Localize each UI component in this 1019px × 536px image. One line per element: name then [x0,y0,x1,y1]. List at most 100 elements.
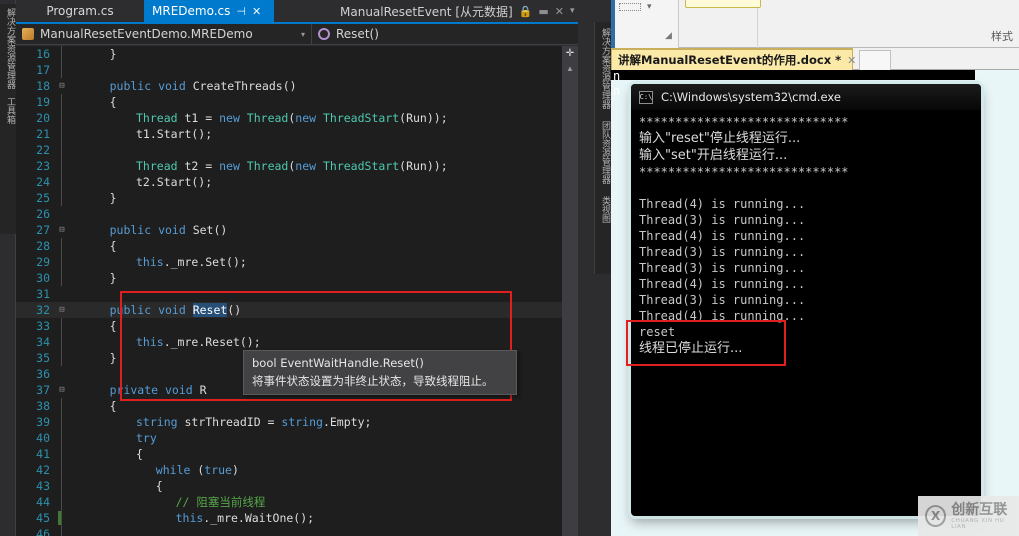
code-text: public void Set() [109,223,228,237]
watermark: X 创新互联 CHUANG XIN HU LIAN [918,496,1019,536]
indent-guide [61,110,62,126]
indent-guide [61,126,62,142]
line-number: 17 [36,63,50,77]
line-number: 22 [36,143,50,157]
dialog-launcher-icon[interactable]: ◢ [665,30,672,41]
document-tab-empty[interactable] [859,50,891,70]
word-ribbon-group: ▾ ◢ [611,0,679,48]
code-text: { [109,319,117,333]
pin-icon-metadata[interactable]: ▬ [538,5,548,18]
fold-toggle-icon[interactable]: ⊟ [56,78,68,94]
style-gallery-item[interactable] [685,0,761,8]
line-number: 33 [36,319,50,333]
screenshot-root: 解决方案资源管理器 工具箱 Program.cs MREDemo.cs ⊣ ✕ … [0,0,1019,536]
console-line: Thread(4) is running... [639,229,806,243]
code-line: 39 string strThreadID = string.Empty; [16,414,572,430]
code-line: 43 { [16,478,572,494]
line-number: 34 [36,335,50,349]
console-line: Thread(4) is running... [639,309,806,323]
indent-guide [61,478,62,494]
console-line: 线程已停止运行... [639,341,743,356]
indent-guide [61,446,62,462]
pin-icon[interactable]: ⊣ [236,5,246,18]
code-line: 24 t2.Start(); [16,174,572,190]
cmd-title-bar[interactable]: C:\ C:\Windows\system32\cmd.exe [631,84,981,110]
code-line: 32 ⊟ public void Reset() [16,302,572,318]
line-number: 35 [36,351,50,365]
console-line: Thread(3) is running... [639,213,806,227]
indent-guide [61,158,62,174]
code-editor[interactable]: 16} 17 18 ⊟ public void CreateThreads() 19{20… [16,46,572,536]
class-icon [22,28,34,40]
line-number: 41 [36,447,50,461]
document-tab-strip: 讲解ManualResetEvent的作用.docx * ✕ [611,48,1019,70]
cmd-title-text: C:\Windows\system32\cmd.exe [661,90,841,104]
console-icon: C:\ [639,90,653,104]
code-line: 38 { [16,398,572,414]
border-dots-icon[interactable] [619,3,641,11]
lock-icon: 🔒 [518,4,533,18]
indent-guide [61,46,62,62]
line-number: 16 [36,47,50,61]
left-dock-strip: 解决方案资源管理器 工具箱 [0,0,16,536]
close-icon-metadata[interactable]: ✕ [555,5,564,18]
editor-tab-bar: Program.cs MREDemo.cs ⊣ ✕ ManualResetEve… [16,0,594,22]
editor-vertical-scrollbar[interactable] [562,46,578,536]
line-number: 27 [36,223,50,237]
fold-toggle-icon[interactable]: ⊟ [56,302,68,318]
code-text: // 阻塞当前线程 [175,495,266,509]
console-line: Thread(3) is running... [639,245,806,259]
document-tab-docx[interactable]: 讲解ManualResetEvent的作用.docx * ✕ [611,48,856,70]
line-number: 39 [36,415,50,429]
left-dock-tabs: 解决方案资源管理器 工具箱 [0,4,16,234]
line-number: 20 [36,111,50,125]
code-line: 46 [16,526,572,536]
code-line: 17 [16,62,572,78]
scroll-up-arrow-icon[interactable]: ▲ [563,62,577,74]
code-line: 31 [16,286,572,302]
split-view-icon[interactable]: ✛ [563,46,577,60]
nav-member-dropdown[interactable]: Reset() ▾ [312,24,594,45]
nav-type-dropdown[interactable]: ManualResetEventDemo.MREDemo ▾ [16,23,312,45]
fold-toggle-icon[interactable]: ⊟ [56,222,68,238]
ribbon-small-icon[interactable]: ▾ [647,1,652,12]
line-number: 26 [36,207,50,221]
indent-guide [61,334,62,350]
code-text: { [109,239,117,253]
line-number: 30 [36,271,50,285]
code-line: 41 { [16,446,572,462]
indent-guide [61,62,62,78]
change-marker [58,511,61,525]
line-number: 45 [36,511,50,525]
code-lines-container: 16} 17 18 ⊟ public void CreateThreads() 19{20… [16,46,572,536]
close-icon-document[interactable]: ✕ [847,54,856,67]
method-icon [318,28,330,40]
console-line: reset [639,325,676,339]
line-number: 24 [36,175,50,189]
tab-manualresetevent-metadata[interactable]: ManualResetEvent [从元数据] 🔒 ▬ ✕ ▾ [332,0,594,22]
code-line: 28 { [16,238,572,254]
right-dock-strip: 解决方案资源管理器 团队资源管理器 类视图 [578,0,611,536]
close-icon[interactable]: ✕ [252,5,261,18]
fold-toggle-icon[interactable]: ⊟ [56,382,68,398]
line-number: 28 [36,239,50,253]
line-number: 19 [36,95,50,109]
line-number: 37 [36,383,50,397]
command-prompt-window[interactable]: C:\ C:\Windows\system32\cmd.exe ********… [631,84,981,516]
indent-guide [61,526,62,536]
indent-guide [61,254,62,270]
line-number: 21 [36,127,50,141]
tab-program-cs[interactable]: Program.cs [16,0,144,22]
tab-program-cs-label: Program.cs [46,4,114,18]
console-line: Thread(4) is running... [639,197,806,211]
cmd-output-area[interactable]: ***************************** 输入"reset"停止… [635,110,977,510]
chevron-down-icon[interactable]: ▾ [570,6,575,16]
line-number: 32 [36,303,50,317]
chevron-down-icon-type[interactable]: ▾ [301,30,305,39]
code-line: 22 [16,142,572,158]
indent-guide [61,318,62,334]
code-line: 45 this._mre.WaitOne(); [16,510,572,526]
document-tab-label: 讲解ManualResetEvent的作用.docx * [618,53,842,67]
tab-mredemo-cs[interactable]: MREDemo.cs ⊣ ✕ [144,0,274,22]
code-text: } [109,47,117,61]
